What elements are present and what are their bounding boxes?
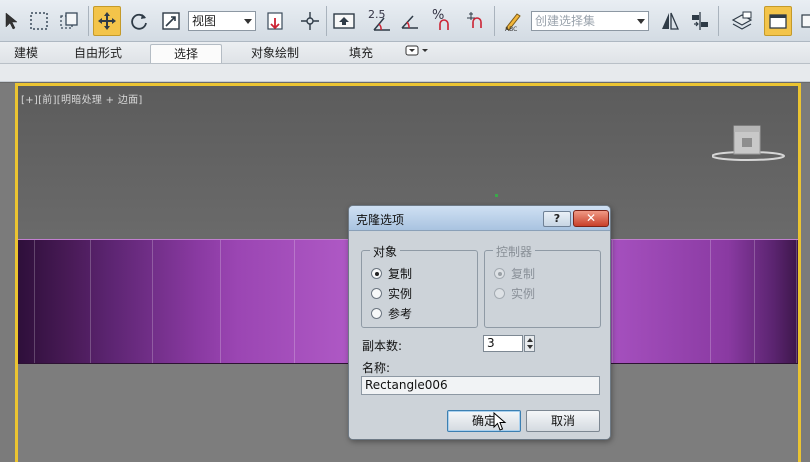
object-instance-option[interactable]: 实例 (371, 285, 412, 302)
select-region-icon[interactable] (0, 6, 28, 36)
name-input[interactable]: Rectangle006 (361, 376, 600, 395)
copies-label: 副本数: (362, 339, 403, 353)
object-reference-label: 参考 (388, 307, 413, 321)
snap-angle-toggle-icon[interactable] (396, 6, 424, 36)
ribbon-tab-bar: 建模 自由形式 选择 对象绘制 填充 (0, 42, 810, 64)
object-group: 对象 复制 实例 参考 (361, 243, 478, 328)
mouse-cursor-icon (493, 411, 507, 432)
named-selection-placeholder: 创建选择集 (535, 14, 596, 28)
chevron-down-icon (244, 19, 252, 24)
controller-copy-label: 复制 (511, 267, 536, 281)
radio-icon[interactable] (371, 288, 382, 299)
ok-button[interactable]: 确定 (447, 410, 521, 432)
named-selection-dropdown[interactable]: 创建选择集 (531, 11, 649, 31)
object-copy-label: 复制 (388, 267, 413, 281)
edit-named-selection-icon[interactable]: ABC (499, 6, 527, 36)
radio-icon (494, 288, 505, 299)
clone-options-dialog: 克隆选项 ? ✕ 对象 复制 实例 参考 控制器 复制 实例 副本数: 3 名称… (348, 205, 611, 440)
layer-manager-icon[interactable] (728, 6, 756, 36)
tab-object-paint[interactable]: 对象绘制 (238, 44, 312, 63)
controller-copy-option: 复制 (494, 265, 535, 282)
object-instance-label: 实例 (388, 287, 413, 301)
keyboard-shortcut-override-icon[interactable] (330, 6, 358, 36)
viewport-margin-right (801, 83, 810, 462)
tab-modeling[interactable]: 建模 (4, 44, 48, 63)
reference-coordinate-value: 视图 (192, 14, 217, 28)
pivot-point-marker (495, 194, 498, 197)
main-toolbar: 视图 2.5 % ABC 创建选择集 (0, 0, 810, 42)
svg-text:ABC: ABC (505, 26, 517, 32)
controller-group-legend: 控制器 (493, 243, 536, 260)
select-scale-icon[interactable] (157, 6, 185, 36)
dialog-title: 克隆选项 (356, 213, 405, 227)
close-button[interactable]: ✕ (573, 210, 609, 227)
help-button[interactable]: ? (543, 211, 571, 227)
select-window-icon[interactable] (25, 6, 53, 36)
copies-spinner-arrows[interactable] (524, 335, 535, 352)
name-label: 名称: (362, 361, 391, 375)
dialog-title-bar[interactable]: 克隆选项 ? ✕ (349, 206, 610, 231)
object-group-legend: 对象 (370, 243, 401, 260)
radio-icon[interactable] (371, 308, 382, 319)
reference-coordinate-dropdown[interactable]: 视图 (188, 11, 256, 31)
spinner-up-icon[interactable] (527, 338, 533, 342)
controller-instance-label: 实例 (511, 287, 536, 301)
copies-input[interactable]: 3 (483, 335, 523, 352)
select-rotate-icon[interactable] (125, 6, 153, 36)
copies-spinner[interactable]: 3 (483, 335, 535, 352)
manipulate-icon[interactable] (296, 6, 324, 36)
cancel-button[interactable]: 取消 (526, 410, 600, 432)
toolbar-overflow-icon[interactable] (794, 6, 810, 36)
percent-snap-icon[interactable]: % (428, 6, 456, 36)
max-app-window: 视图 2.5 % ABC 创建选择集 建模 自由形式 选择 对象绘制 填充 [+… (0, 0, 810, 462)
select-crossing-icon[interactable] (55, 6, 83, 36)
graphite-toggle-icon[interactable] (764, 6, 792, 36)
tab-freeform[interactable]: 自由形式 (62, 44, 134, 63)
viewport-margin-left (0, 83, 15, 462)
radio-icon[interactable] (371, 268, 382, 279)
mirror-icon[interactable] (656, 6, 684, 36)
angle-snap-icon[interactable]: 2.5 (366, 6, 394, 36)
tab-populate[interactable]: 填充 (334, 44, 388, 63)
spinner-snap-icon[interactable] (460, 6, 488, 36)
spinner-down-icon[interactable] (527, 345, 533, 349)
viewport-label[interactable]: [+][前][明暗处理 + 边面] (21, 91, 143, 106)
ribbon-options-button[interactable] (402, 44, 432, 63)
pivot-icon[interactable] (262, 6, 290, 36)
object-reference-option[interactable]: 参考 (371, 305, 412, 322)
dialog-body: 对象 复制 实例 参考 控制器 复制 实例 副本数: 3 名称: Rectang… (349, 232, 610, 439)
select-move-icon[interactable] (93, 6, 121, 36)
controller-instance-option: 实例 (494, 285, 535, 302)
tab-selection[interactable]: 选择 (150, 44, 222, 63)
controller-group: 控制器 复制 实例 (484, 243, 601, 328)
radio-icon (494, 268, 505, 279)
viewcube[interactable] (711, 116, 792, 166)
align-icon[interactable] (686, 6, 714, 36)
chevron-down-icon (637, 19, 645, 24)
ribbon-panel-collapsed (0, 64, 810, 82)
object-copy-option[interactable]: 复制 (371, 265, 412, 282)
